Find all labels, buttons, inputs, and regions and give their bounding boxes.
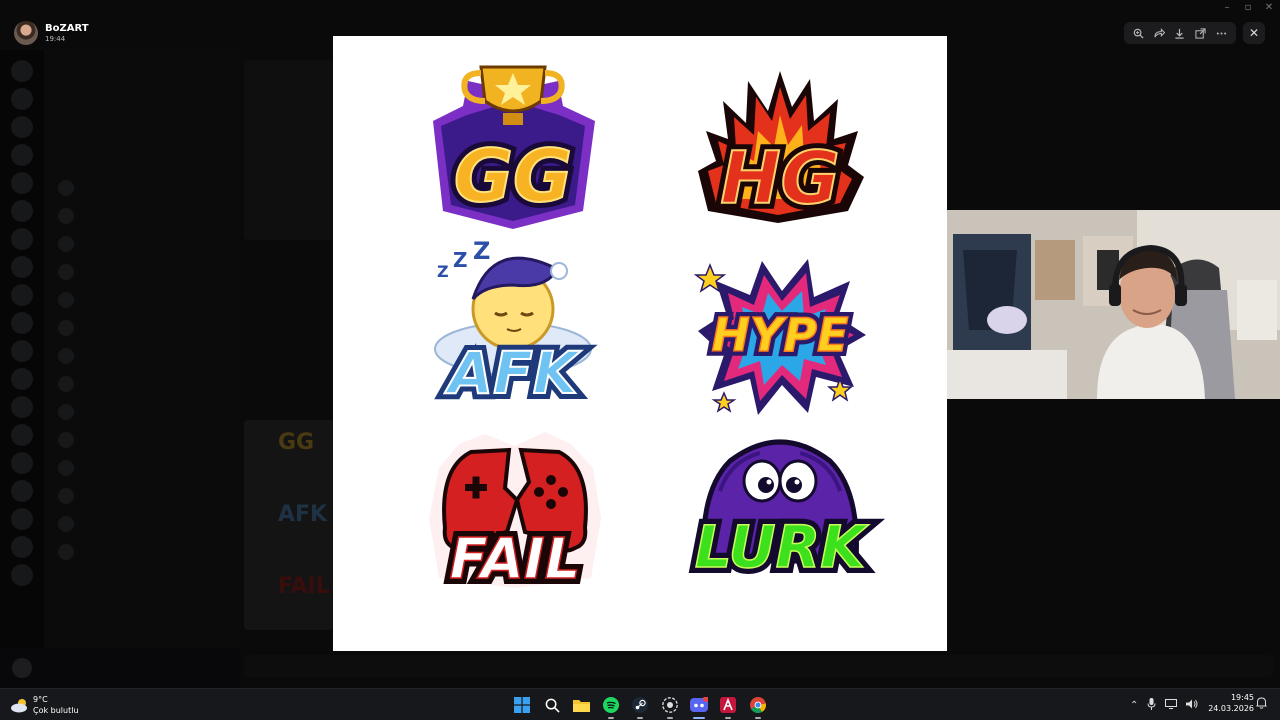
system-tray: ⌃ [1130,697,1198,713]
webcam-overlay [947,210,1280,399]
sticker-hg-text: HG [720,136,839,220]
maximize-icon[interactable]: ▫ [1241,2,1255,13]
chrome-icon [750,697,766,713]
clock[interactable]: 19:45 24.03.2026 [1206,693,1254,713]
sticker-gg: GG GG [423,61,603,231]
weather-temperature: 9°C [33,695,48,704]
microphone-icon[interactable] [1147,697,1156,713]
cloud-icon [11,699,27,713]
volume-icon[interactable] [1186,699,1198,712]
affinity-icon [720,697,736,713]
user-panel [0,648,240,688]
folder-icon [572,700,590,712]
svg-text:Z: Z [473,237,490,265]
message-composer [244,655,1274,677]
discord-button[interactable] [688,694,710,719]
user-avatar [12,658,32,678]
spotify-button[interactable] [600,694,622,719]
sticker-hype: HYPE HYPE [688,251,868,421]
spotify-icon [603,697,619,713]
discord-icon [690,697,708,712]
sticker-gg-text: GG [454,134,572,218]
windows-icon [514,697,530,713]
file-explorer-button[interactable] [570,694,592,716]
windows-taskbar: 9°C Çok bulutlu ⌃ 19:45 24.03.2026 [0,688,1280,720]
download-icon[interactable] [1171,24,1189,42]
sender-name: BoZART [45,23,89,34]
message-attachment-thumbnail[interactable]: GG AFK FAIL [244,420,334,630]
sticker-fail-text: FAIL [450,527,581,592]
forward-icon[interactable] [1150,24,1168,42]
zoom-in-icon[interactable] [1129,24,1147,42]
steam-icon [632,697,648,713]
steam-button[interactable] [629,694,651,719]
github-icon [662,697,678,713]
search-button[interactable] [541,694,563,716]
dm-list [44,50,240,650]
image-viewer-toolbar [1124,22,1236,44]
clock-time: 19:45 [1230,693,1254,702]
chrome-button[interactable] [747,694,769,719]
more-icon[interactable] [1213,24,1231,42]
window-titlebar: – ▫ ✕ [0,0,1280,18]
sticker-hg: HG HG [688,61,868,231]
github-button[interactable] [659,694,681,719]
close-icon[interactable]: ✕ [1243,22,1265,44]
server-rail [0,50,44,650]
chevron-up-icon[interactable]: ⌃ [1130,700,1138,711]
sticker-afk-text: AFK [444,339,582,407]
window-close-icon[interactable]: ✕ [1262,2,1276,13]
sticker-lurk-text: LURK [695,513,870,581]
svg-text:Z: Z [437,262,449,281]
notification-bell-icon[interactable] [1256,697,1267,712]
search-icon [545,698,560,713]
sticker-fail: FAIL FAIL [425,428,605,598]
sender-timestamp: 19:44 [45,35,66,43]
affinity-button[interactable] [717,694,739,719]
sticker-hype-text: HYPE [712,308,849,362]
start-button[interactable] [511,694,533,716]
sender-avatar [14,21,38,45]
weather-condition: Çok bulutlu [33,706,79,715]
sticker-lurk: LURK LURK [689,431,875,601]
sticker-afk: Z Z Z AFK AFK [423,237,603,413]
message-image-preview [244,60,334,240]
clock-date: 24.03.2026 [1208,704,1254,713]
open-external-icon[interactable] [1192,24,1210,42]
network-icon[interactable] [1165,698,1178,712]
minimize-icon[interactable]: – [1220,2,1234,13]
shared-image: GG GG HG HG Z Z Z AFK AFK HYPE HYPE FAIL… [333,36,947,651]
svg-text:Z: Z [453,248,468,272]
